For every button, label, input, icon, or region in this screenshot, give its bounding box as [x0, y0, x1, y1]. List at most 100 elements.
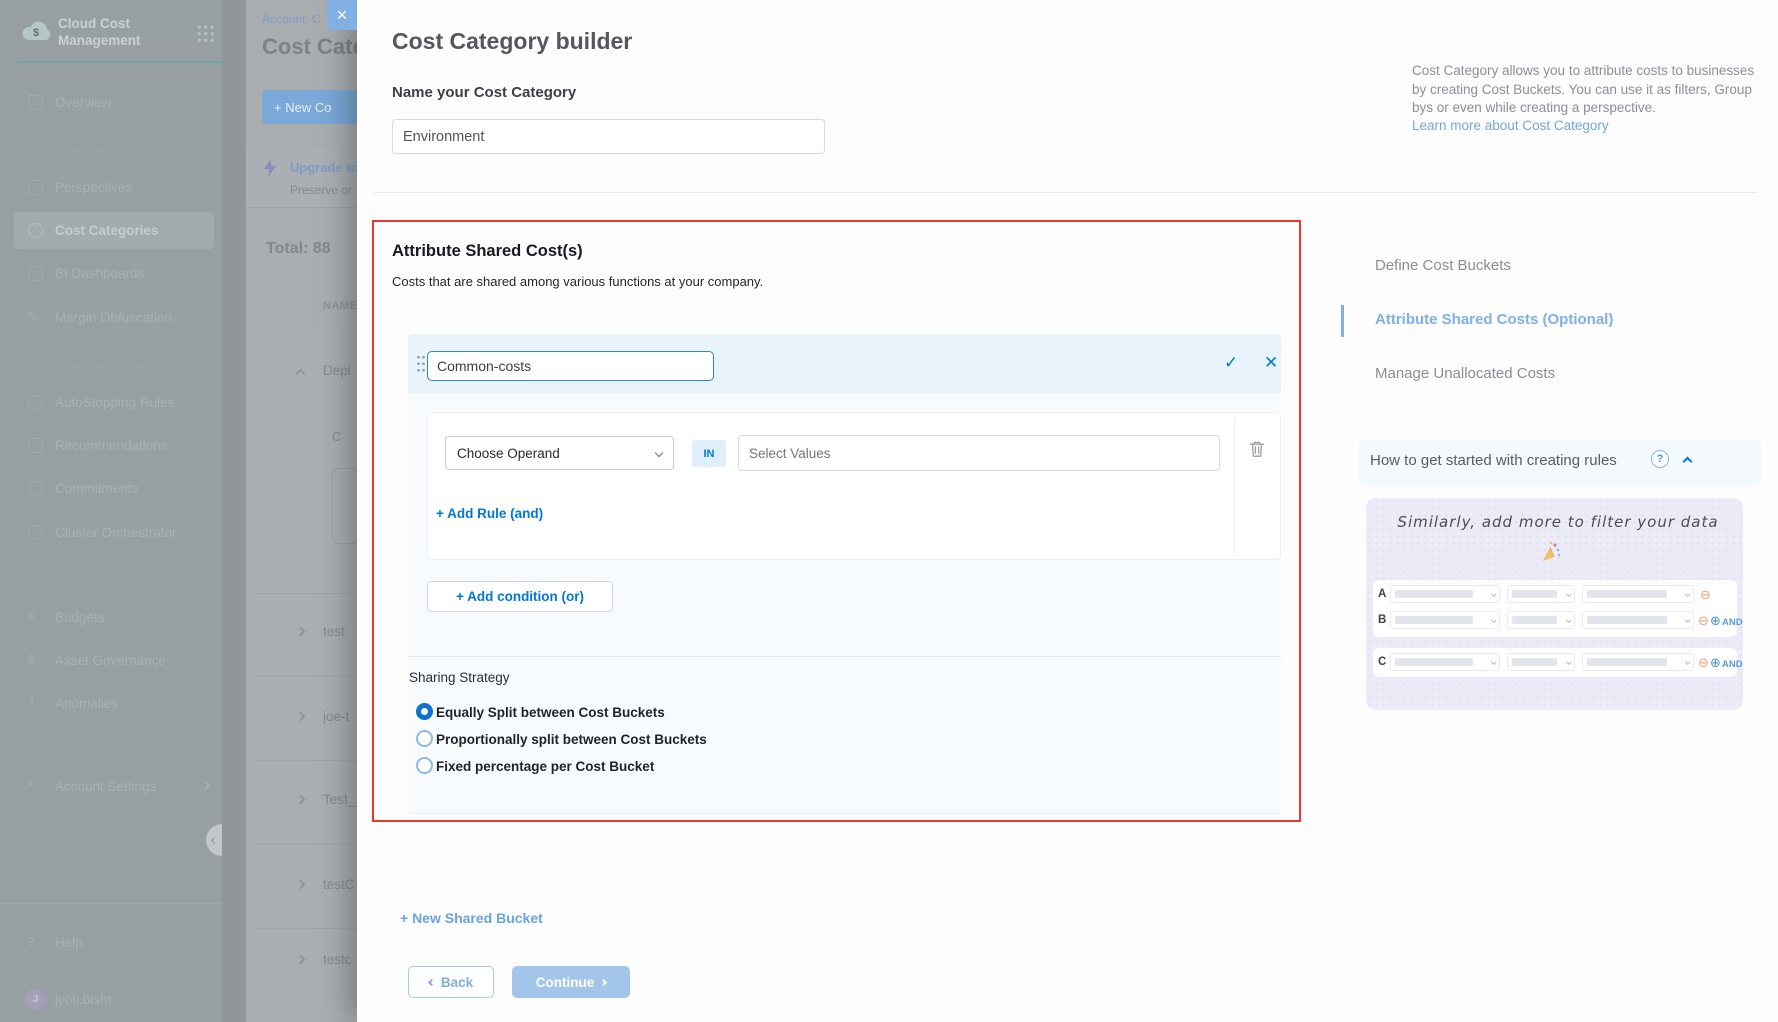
step-manage-unallocated-costs[interactable]: Manage Unallocated Costs [1375, 365, 1555, 382]
add-rule-button[interactable]: + Add Rule (and) [436, 506, 543, 521]
cost-category-name-input[interactable] [392, 119, 825, 154]
example-rule-card: A ⊖ B ⊖ ⊕ AND [1373, 580, 1737, 637]
howto-note: Similarly, add more to filter your data [1388, 513, 1728, 531]
cost-category-builder-drawer: Cost Category builder Name your Cost Cat… [357, 0, 1778, 1022]
commitments-icon [28, 481, 43, 496]
autostopping-icon [28, 395, 43, 410]
active-step-indicator [1341, 305, 1344, 337]
chevron-left-icon [210, 836, 217, 843]
sharing-strategy-label: Sharing Strategy [409, 670, 510, 685]
sidebar-section-cost-reporting: COST REPORTING [33, 147, 134, 158]
shared-costs-description: Costs that are shared among various func… [392, 274, 763, 289]
radio-label[interactable]: Fixed percentage per Cost Bucket [436, 759, 654, 774]
attribute-shared-costs-section: Attribute Shared Cost(s) Costs that are … [372, 220, 1301, 822]
app-title: Cloud Cost Management [58, 15, 141, 49]
step-attribute-shared-costs[interactable]: Attribute Shared Costs (Optional) [1375, 311, 1613, 328]
remove-rule-icon: ⊖ [1700, 587, 1711, 603]
cancel-bucket-icon[interactable]: ✕ [1264, 353, 1278, 373]
close-icon[interactable]: ✕ [327, 0, 357, 30]
cost-categories-icon [28, 223, 43, 238]
upgrade-title[interactable]: Upgrade to [290, 160, 359, 175]
table-row[interactable]: joe-t [323, 709, 349, 724]
sidebar-item-bi-dashboards[interactable]: BI Dashboards [55, 266, 144, 281]
howto-illustration-panel: Similarly, add more to filter your data … [1366, 498, 1743, 710]
radio-equally-split[interactable] [416, 703, 433, 720]
new-shared-bucket-button[interactable]: + New Shared Bucket [400, 910, 543, 926]
help-circle-icon[interactable]: ? [1651, 450, 1669, 468]
table-row[interactable]: Test_ [323, 792, 355, 807]
row-label: A [1378, 588, 1386, 600]
row-label: C [1378, 656, 1386, 668]
chevron-right-icon [600, 978, 607, 985]
table-row[interactable]: testc [323, 952, 352, 967]
sidebar-item-asset-governance[interactable]: Asset Governance [55, 653, 166, 668]
module-grid-icon[interactable] [196, 24, 214, 42]
shared-bucket-body: Choose Operand IN + Add Rule (and) + Add… [408, 393, 1281, 814]
account-breadcrumb: Account: C [262, 12, 321, 26]
margin-obfuscation-icon: % [28, 309, 40, 324]
budgets-icon: $ [28, 609, 35, 624]
radio-label[interactable]: Equally Split between Cost Buckets [436, 705, 665, 720]
table-row[interactable]: testC [323, 877, 355, 892]
sidebar-item-help[interactable]: Help [55, 935, 83, 950]
perspectives-icon [28, 180, 43, 195]
back-button[interactable]: Back [408, 966, 494, 998]
avatar[interactable]: J [25, 989, 46, 1010]
chevron-left-icon [428, 978, 435, 985]
remove-rule-icon: ⊖ [1698, 655, 1709, 671]
sidebar-footer-divider [0, 903, 222, 904]
sidebar-item-budgets[interactable]: Budgets [55, 610, 105, 625]
and-label: AND [1722, 617, 1743, 628]
add-rule-icon: ⊕ [1710, 613, 1721, 629]
bucket-name-input[interactable] [427, 351, 714, 381]
drawer-title: Cost Category builder [392, 28, 632, 55]
add-condition-button[interactable]: + Add condition (or) [427, 581, 613, 612]
shared-bucket-header: ✓ ✕ [408, 334, 1281, 393]
sidebar-section-cost-governance: COST GOVERNANCE [33, 577, 147, 588]
learn-more-link[interactable]: Learn more about Cost Category [1412, 118, 1609, 133]
gear-icon: * [28, 778, 33, 793]
drag-handle-icon[interactable] [416, 354, 426, 374]
operator-badge[interactable]: IN [692, 440, 726, 467]
sidebar-item-account-settings[interactable]: Account Settings [55, 779, 156, 794]
select-values-input[interactable] [738, 435, 1220, 471]
sidebar-item-perspectives[interactable]: Perspectives [55, 180, 132, 195]
user-name[interactable]: jyoti.bisht [55, 992, 111, 1007]
sidebar-item-autostopping[interactable]: AutoStopping Rules [55, 395, 174, 410]
confirm-bucket-icon[interactable]: ✓ [1224, 353, 1238, 373]
cloud-cost-logo-icon: $ [20, 18, 54, 49]
rule-builder-card: Choose Operand IN + Add Rule (and) [427, 412, 1281, 560]
cost-category-info-text: Cost Category allows you to attribute co… [1412, 62, 1772, 118]
radio-fixed-percentage[interactable] [416, 757, 433, 774]
home-icon [28, 95, 43, 110]
radio-proportionally-split[interactable] [416, 730, 433, 747]
party-popper-icon [1538, 540, 1562, 569]
app-screen: $ Cloud Cost Management Overview COST RE… [0, 0, 1778, 1022]
table-row[interactable]: Depl [323, 363, 351, 378]
name-field-label: Name your Cost Category [392, 84, 576, 101]
step-define-cost-buckets[interactable]: Define Cost Buckets [1375, 257, 1511, 274]
bi-dashboards-icon [28, 266, 43, 281]
add-rule-icon: ⊕ [1710, 655, 1721, 671]
operand-select[interactable]: Choose Operand [445, 436, 674, 470]
name-column-header: NAME [323, 300, 357, 312]
table-row[interactable]: test [323, 624, 345, 639]
sidebar-item-cluster-orchestrator[interactable]: Cluster Orchestrator [55, 525, 177, 540]
continue-button[interactable]: Continue [512, 966, 630, 998]
trash-icon[interactable] [1249, 440, 1265, 463]
table-row-sub-label: C [332, 430, 341, 444]
sidebar-item-anomalies[interactable]: Anomalies [55, 696, 118, 711]
sidebar-item-overview[interactable]: Overview [55, 95, 111, 110]
example-rule-card: C ⊖ ⊕ AND [1373, 648, 1737, 677]
table-row-sub-box [332, 468, 358, 544]
svg-text:$: $ [33, 27, 39, 39]
sidebar: $ Cloud Cost Management Overview COST RE… [0, 0, 222, 1022]
sidebar-item-commitments[interactable]: Commitments [55, 481, 138, 496]
recommendations-icon [28, 438, 43, 453]
lightning-icon [262, 158, 278, 183]
anomalies-icon: ! [30, 695, 34, 710]
sidebar-item-margin-obfuscation[interactable]: Margin Obfuscation [55, 310, 172, 325]
sidebar-item-cost-categories[interactable]: Cost Categories [55, 223, 159, 238]
sidebar-item-recommendations[interactable]: Recommendations [55, 438, 168, 453]
radio-label[interactable]: Proportionally split between Cost Bucket… [436, 732, 707, 747]
